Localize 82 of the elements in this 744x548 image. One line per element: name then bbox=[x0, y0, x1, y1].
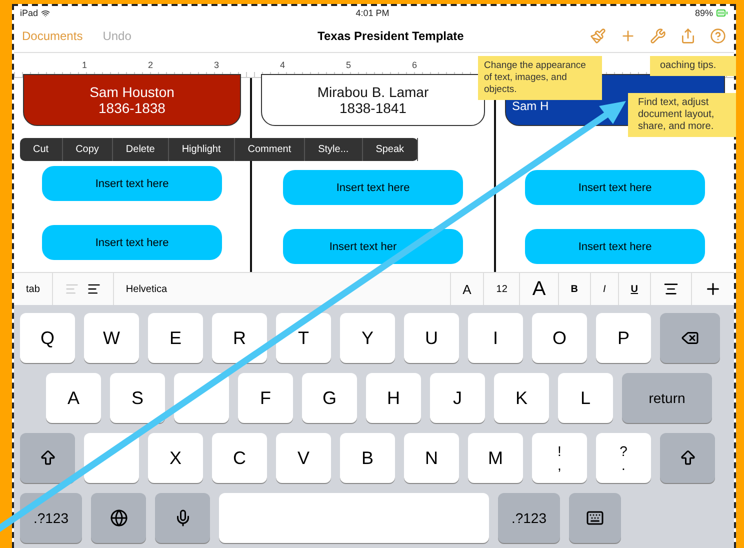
text-placeholder[interactable]: Insert text here bbox=[525, 170, 705, 205]
letter-key[interactable]: I bbox=[468, 313, 523, 363]
president-years: 1836-1838 bbox=[98, 100, 166, 116]
delete-key[interactable] bbox=[660, 313, 720, 363]
share-icon[interactable] bbox=[680, 28, 696, 44]
coach-tooltip: Find text, adjust document layout, share, and more. bbox=[628, 93, 736, 137]
letter-key[interactable]: R bbox=[212, 313, 267, 363]
letter-key[interactable]: J bbox=[430, 373, 485, 423]
indent-icon[interactable] bbox=[86, 282, 101, 296]
letter-key[interactable]: N bbox=[404, 433, 459, 483]
ruler-number: 3 bbox=[214, 59, 220, 72]
menu-item[interactable]: Delete bbox=[112, 138, 169, 161]
text-placeholder[interactable]: Insert text here bbox=[42, 166, 222, 201]
function-key[interactable]: .?123 bbox=[20, 493, 82, 543]
ruler-number: 4 bbox=[280, 59, 286, 72]
shift-key[interactable] bbox=[660, 433, 715, 483]
letter-key[interactable]: Q bbox=[20, 313, 75, 363]
up-arrow-icon bbox=[38, 449, 56, 467]
help-icon[interactable] bbox=[710, 28, 726, 44]
coach-tooltip: Change the appearance of text, images, and objects. bbox=[478, 56, 602, 100]
ruler-number: 2 bbox=[148, 59, 154, 72]
insert-icon[interactable] bbox=[704, 280, 722, 298]
backspace-icon bbox=[681, 329, 699, 347]
letter-key[interactable]: G bbox=[302, 373, 357, 423]
president-card[interactable]: Sam Houston 1836-1838 bbox=[23, 74, 241, 126]
mic-key[interactable] bbox=[155, 493, 210, 543]
device-name: iPad bbox=[20, 8, 38, 18]
letter-key[interactable]: H bbox=[366, 373, 421, 423]
battery-percent: 89% bbox=[694, 8, 713, 18]
letter-key[interactable]: K bbox=[494, 373, 549, 423]
letter-key[interactable]: S bbox=[110, 373, 165, 423]
shift-key[interactable] bbox=[20, 433, 75, 483]
coach-tooltip: oaching tips. bbox=[650, 56, 736, 76]
menu-item[interactable]: Highlight bbox=[168, 138, 235, 161]
president-years: 1838-1841 bbox=[340, 100, 406, 116]
president-name: Sam Houston bbox=[90, 84, 174, 100]
letter-key[interactable]: M bbox=[468, 433, 523, 483]
text-placeholder[interactable]: Insert text here bbox=[283, 170, 463, 205]
document-title: Texas President Template bbox=[316, 29, 465, 43]
president-name: Sam H bbox=[511, 99, 549, 113]
up-arrow-icon bbox=[678, 449, 696, 467]
letter-key[interactable]: P bbox=[596, 313, 651, 363]
function-key[interactable]: .?123 bbox=[498, 493, 560, 543]
globe-icon bbox=[110, 509, 128, 527]
letter-key[interactable]: A bbox=[46, 373, 101, 423]
letter-key[interactable]: O bbox=[532, 313, 587, 363]
text-placeholder[interactable]: Insert text here bbox=[42, 225, 222, 260]
menu-item[interactable]: Speak bbox=[362, 138, 418, 161]
keyboard-icon bbox=[586, 509, 604, 527]
paintbrush-icon[interactable] bbox=[590, 28, 606, 44]
president-name: Mirabou B. Lamar bbox=[317, 84, 429, 100]
plus-icon[interactable] bbox=[620, 28, 636, 44]
menu-item[interactable]: Comment bbox=[234, 138, 306, 161]
clock: 4:01 PM bbox=[356, 8, 390, 18]
hide-key[interactable] bbox=[569, 493, 621, 543]
ruler-number: 6 bbox=[412, 59, 418, 72]
letter-key[interactable]: L bbox=[558, 373, 613, 423]
letter-key[interactable]: C bbox=[212, 433, 267, 483]
letter-key[interactable]: F bbox=[238, 373, 293, 423]
letter-key[interactable]: U bbox=[404, 313, 459, 363]
text-placeholder[interactable]: Insert text her bbox=[283, 229, 463, 264]
letter-key[interactable]: ! , bbox=[532, 433, 587, 483]
menu-item[interactable]: Cut bbox=[20, 138, 63, 161]
wifi-icon bbox=[41, 8, 50, 18]
text-placeholder[interactable]: Insert text here bbox=[525, 229, 705, 264]
ruler-number: 5 bbox=[346, 59, 352, 72]
align-center-icon[interactable] bbox=[663, 281, 679, 297]
globe-key[interactable] bbox=[91, 493, 146, 543]
wrench-icon[interactable] bbox=[650, 28, 666, 44]
letter-key[interactable]: ? . bbox=[596, 433, 651, 483]
letter-key[interactable]: Y bbox=[340, 313, 395, 363]
letter-key[interactable]: X bbox=[148, 433, 203, 483]
menu-item[interactable]: Style... bbox=[305, 138, 363, 161]
letter-key[interactable]: W bbox=[84, 313, 139, 363]
function-key[interactable]: return bbox=[622, 373, 712, 423]
menu-item[interactable]: Copy bbox=[62, 138, 113, 161]
president-card[interactable]: Mirabou B. Lamar 1838-1841 bbox=[261, 74, 485, 126]
battery-icon bbox=[716, 7, 728, 19]
letter-key[interactable]: E bbox=[148, 313, 203, 363]
letter-key[interactable]: V bbox=[276, 433, 331, 483]
letter-key[interactable]: B bbox=[340, 433, 395, 483]
ruler-number: 1 bbox=[82, 59, 88, 72]
